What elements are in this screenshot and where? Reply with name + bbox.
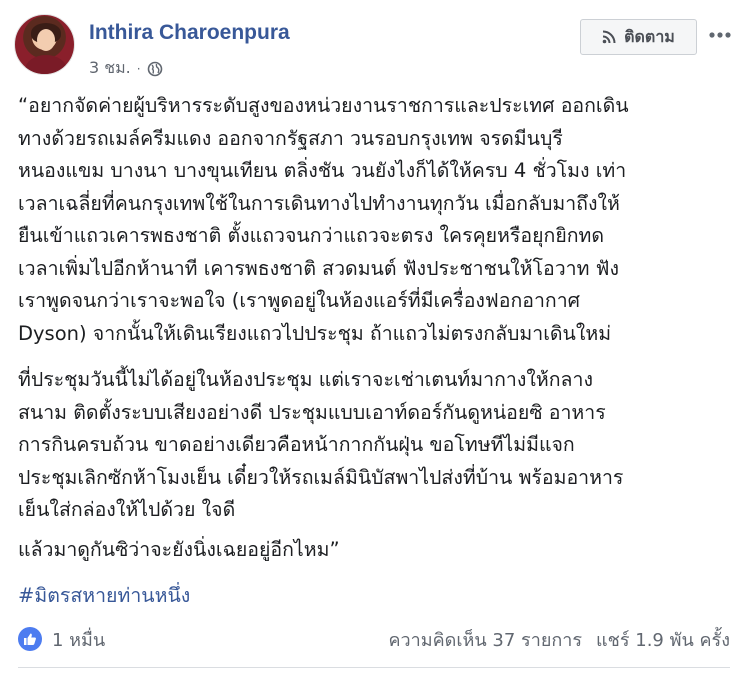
post-paragraph: ที่ประชุมวันนี้ไม่ได้อยู่ในห้องประชุม แต… (18, 368, 624, 521)
avatar[interactable] (14, 14, 75, 75)
thumbs-up-icon[interactable] (18, 627, 42, 651)
comment-count[interactable]: ความคิดเห็น 37 รายการ (389, 625, 583, 654)
globe-icon[interactable] (147, 61, 163, 77)
follow-button[interactable]: ติดตาม (580, 19, 697, 55)
post-meta: 3 ชม. · (89, 56, 163, 81)
avatar-face (37, 29, 55, 51)
share-count[interactable]: แชร์ 1.9 พัน ครั้ง (596, 625, 730, 654)
hashtag-link[interactable]: #มิตรสหายท่านหนึ่ง (18, 580, 190, 613)
footer-divider (18, 667, 730, 668)
more-options-button[interactable] (707, 20, 733, 50)
post-time[interactable]: 3 ชม. (89, 56, 131, 81)
thumbs-up-glyph (24, 633, 36, 645)
author-name[interactable]: Inthira Charoenpura (89, 21, 290, 45)
meta-separator: · (136, 61, 141, 76)
post-header: Inthira Charoenpura 3 ชม. · ติดตาม (14, 14, 734, 84)
post-paragraph: แล้วมาดูกันซิว่าจะยังนิ่งเฉยอยู่อีกไหม” (18, 538, 340, 561)
avatar-shoulders (25, 55, 67, 74)
post-paragraph: “อยากจัดค่ายผู้บริหารระดับสูงของหน่วยงาน… (18, 94, 629, 345)
engagement-stats: ความคิดเห็น 37 รายการ แชร์ 1.9 พัน ครั้ง (389, 625, 730, 654)
reaction-count[interactable]: 1 หมื่น (52, 625, 105, 654)
ellipsis-icon (709, 32, 731, 38)
post-footer: 1 หมื่น ความคิดเห็น 37 รายการ แชร์ 1.9 พ… (18, 624, 730, 654)
rss-icon (602, 30, 616, 44)
follow-label: ติดตาม (624, 26, 675, 46)
